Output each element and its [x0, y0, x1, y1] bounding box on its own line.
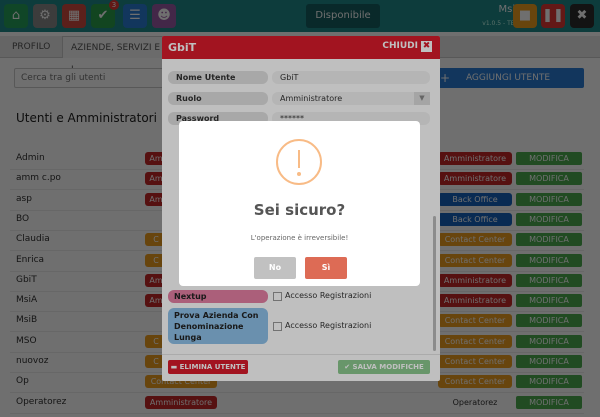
warning-icon — [276, 139, 322, 185]
confirm-title: Sei sicuro? — [253, 201, 346, 219]
confirm-dialog: Sei sicuro? L'operazione è irreversibile… — [179, 121, 420, 286]
confirm-button[interactable]: Sì — [305, 257, 347, 279]
cancel-button[interactable]: No — [254, 257, 296, 279]
confirm-message: L'operazione è irreversibile! — [250, 234, 349, 242]
